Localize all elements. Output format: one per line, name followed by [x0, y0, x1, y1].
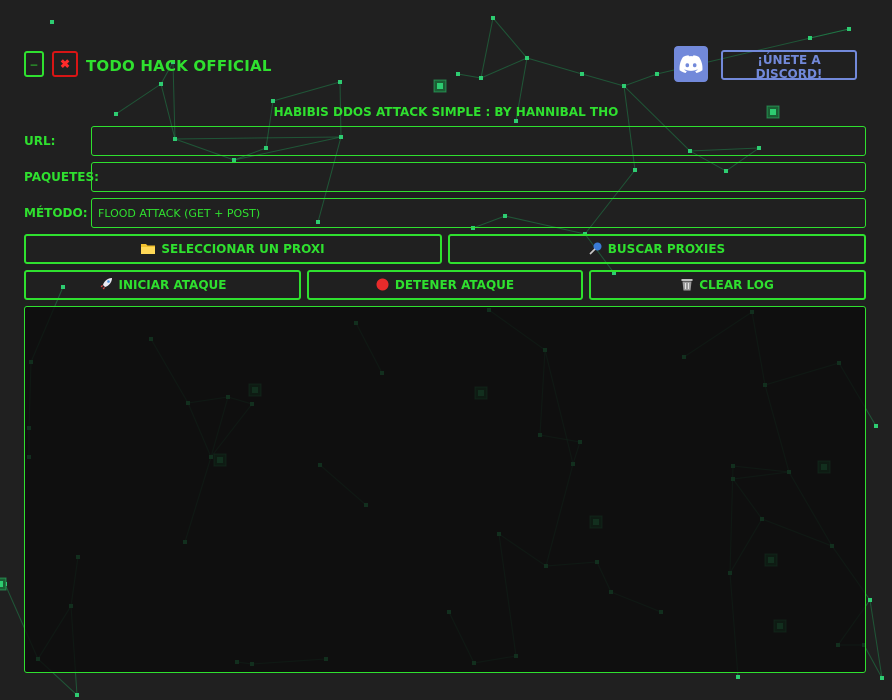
network-link — [809, 28, 850, 39]
stop-attack-button[interactable]: DETENER ATAQUE — [307, 270, 583, 300]
url-label: URL: — [24, 134, 56, 148]
join-discord-button[interactable]: ¡ÚNETE A DISCORD! — [721, 50, 857, 81]
network-link — [492, 17, 528, 59]
network-node — [868, 598, 872, 602]
trash-icon — [681, 278, 693, 293]
network-node — [3, 582, 7, 586]
discord-icon[interactable] — [674, 46, 708, 82]
pin-icon — [589, 242, 602, 257]
start-attack-button[interactable]: INICIAR ATAQUE — [24, 270, 301, 300]
network-hub-core — [0, 581, 3, 587]
start-attack-label: INICIAR ATAQUE — [118, 278, 227, 292]
network-link — [863, 644, 883, 679]
network-node — [491, 16, 495, 20]
network-hub-core — [437, 83, 443, 89]
url-input[interactable] — [91, 126, 866, 156]
network-node — [159, 82, 163, 86]
network-node — [874, 424, 878, 428]
network-link — [480, 17, 494, 79]
packets-input[interactable] — [91, 162, 866, 192]
network-node — [271, 99, 275, 103]
network-node — [580, 72, 584, 76]
search-proxies-label: BUSCAR PROXIES — [607, 242, 726, 256]
method-field[interactable] — [91, 198, 866, 228]
network-node — [655, 72, 659, 76]
app-title: TODO HACK OFFICIAL — [86, 57, 272, 75]
stop-icon — [376, 278, 389, 293]
network-node — [808, 36, 812, 40]
network-node — [514, 119, 518, 123]
network-link — [526, 57, 583, 75]
stop-attack-label: DETENER ATAQUE — [394, 278, 515, 292]
network-node — [75, 693, 79, 697]
select-proxy-label: SELECCIONAR UN PROXI — [161, 242, 325, 256]
network-link — [457, 73, 482, 79]
network-node — [525, 56, 529, 60]
network-node — [479, 76, 483, 80]
network-hub — [433, 79, 447, 93]
network-node — [456, 72, 460, 76]
close-button[interactable]: ✖ — [52, 51, 78, 77]
packets-label: PAQUETES: — [24, 170, 99, 184]
network-link — [623, 73, 658, 87]
minimize-button[interactable]: – — [24, 51, 44, 77]
search-proxies-button[interactable]: BUSCAR PROXIES — [448, 234, 866, 264]
network-node — [338, 80, 342, 84]
network-link — [480, 57, 528, 79]
network-node — [736, 675, 740, 679]
subtitle: HABIBIS DDOS ATTACK SIMPLE : BY HANNIBAL… — [273, 105, 619, 119]
method-label: MÉTODO: — [24, 206, 88, 220]
log-output[interactable] — [24, 306, 866, 673]
folder-icon — [141, 243, 156, 256]
clear-log-label: CLEAR LOG — [699, 278, 774, 292]
network-hub — [0, 577, 7, 591]
network-node — [847, 27, 851, 31]
rocket-icon — [99, 277, 113, 293]
network-node — [880, 676, 884, 680]
network-link — [272, 81, 341, 102]
network-node — [622, 84, 626, 88]
network-node — [50, 20, 54, 24]
network-link — [581, 73, 625, 87]
network-link — [869, 599, 883, 679]
select-proxy-button[interactable]: SELECCIONAR UN PROXI — [24, 234, 442, 264]
clear-log-button[interactable]: CLEAR LOG — [589, 270, 866, 300]
